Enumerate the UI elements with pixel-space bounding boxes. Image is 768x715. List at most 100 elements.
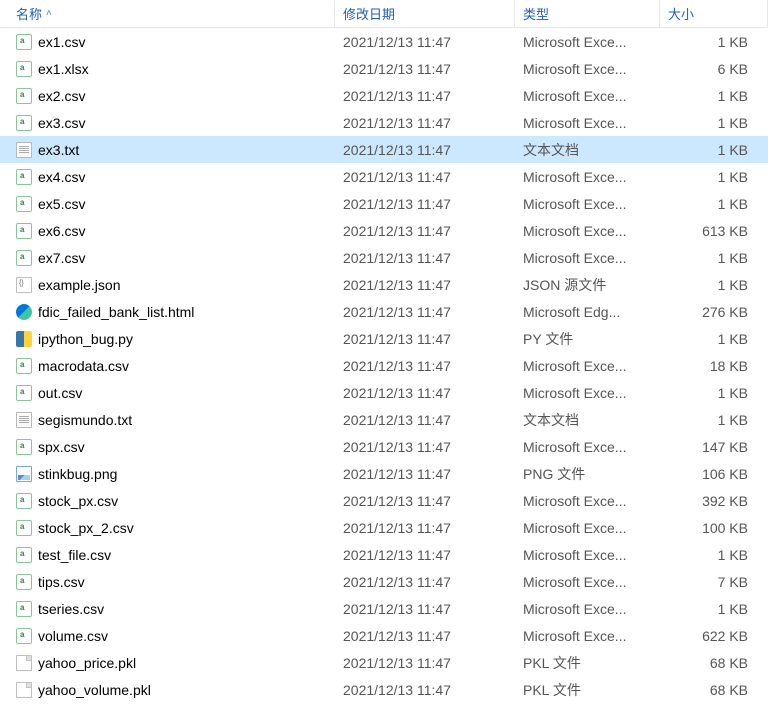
file-size-cell: 276 KB (660, 301, 768, 323)
file-row[interactable]: ex7.csv 2021/12/13 11:47Microsoft Exce...… (0, 244, 768, 271)
excel-file-icon (16, 223, 32, 239)
file-date-cell: 2021/12/13 11:47 (335, 139, 515, 161)
column-header-date[interactable]: 修改日期 (335, 0, 515, 27)
file-row[interactable]: ex6.csv2021/12/13 11:47Microsoft Exce...… (0, 217, 768, 244)
edge-file-icon (16, 304, 32, 320)
column-header-type[interactable]: 类型 (515, 0, 660, 27)
file-name-label: tseries.csv (38, 601, 104, 617)
file-date-cell: 2021/12/13 11:47 (335, 166, 515, 188)
file-name-label: ex6.csv (38, 223, 85, 239)
file-row[interactable]: fdic_failed_bank_list.html2021/12/13 11:… (0, 298, 768, 325)
file-row[interactable]: stock_px.csv2021/12/13 11:47Microsoft Ex… (0, 487, 768, 514)
file-row[interactable]: macrodata.csv2021/12/13 11:47Microsoft E… (0, 352, 768, 379)
file-row[interactable]: example.json2021/12/13 11:47JSON 源文件1 KB (0, 271, 768, 298)
file-name-label: example.json (38, 277, 121, 293)
file-row[interactable]: ex3.csv2021/12/13 11:47Microsoft Exce...… (0, 109, 768, 136)
file-type-cell: Microsoft Exce... (515, 112, 660, 134)
file-row[interactable]: ex5.csv2021/12/13 11:47Microsoft Exce...… (0, 190, 768, 217)
file-name-cell: example.json (0, 274, 335, 296)
file-row[interactable]: out.csv2021/12/13 11:47Microsoft Exce...… (0, 379, 768, 406)
file-row[interactable]: tips.csv2021/12/13 11:47Microsoft Exce..… (0, 568, 768, 595)
excel-file-icon (16, 601, 32, 617)
file-name-cell: ex7.csv (0, 247, 335, 269)
file-date-cell: 2021/12/13 11:47 (335, 193, 515, 215)
file-size-cell: 622 KB (660, 625, 768, 647)
file-date-cell: 2021/12/13 11:47 (335, 679, 515, 701)
file-row[interactable]: ipython_bug.py2021/12/13 11:47PY 文件1 KB (0, 325, 768, 352)
file-date-cell: 2021/12/13 11:47 (335, 652, 515, 674)
file-name-label: ex7.csv (38, 250, 85, 266)
file-row[interactable]: stinkbug.png2021/12/13 11:47PNG 文件106 KB (0, 460, 768, 487)
file-size-cell: 1 KB (660, 31, 768, 53)
file-name-label: yahoo_price.pkl (38, 655, 136, 671)
file-row[interactable]: test_file.csv2021/12/13 11:47Microsoft E… (0, 541, 768, 568)
file-size-cell: 7 KB (660, 571, 768, 593)
file-name-cell: stock_px.csv (0, 490, 335, 512)
file-name-label: ex2.csv (38, 88, 85, 104)
file-name-label: stock_px_2.csv (38, 520, 134, 536)
file-size-cell: 147 KB (660, 436, 768, 458)
file-date-cell: 2021/12/13 11:47 (335, 85, 515, 107)
file-date-cell: 2021/12/13 11:47 (335, 58, 515, 80)
excel-file-icon (16, 574, 32, 590)
file-date-cell: 2021/12/13 11:47 (335, 571, 515, 593)
file-size-cell: 392 KB (660, 490, 768, 512)
file-size-cell: 1 KB (660, 85, 768, 107)
file-date-cell: 2021/12/13 11:47 (335, 220, 515, 242)
file-name-label: volume.csv (38, 628, 108, 644)
file-type-cell: Microsoft Exce... (515, 247, 660, 269)
file-row[interactable]: segismundo.txt2021/12/13 11:47文本文档1 KB (0, 406, 768, 433)
file-name-cell: out.csv (0, 382, 335, 404)
file-type-cell: Microsoft Edg... (515, 301, 660, 323)
file-type-cell: Microsoft Exce... (515, 517, 660, 539)
file-type-cell: Microsoft Exce... (515, 625, 660, 647)
file-row[interactable]: ex1.csv2021/12/13 11:47Microsoft Exce...… (0, 28, 768, 55)
column-header-size[interactable]: 大小 (660, 0, 768, 27)
file-date-cell: 2021/12/13 11:47 (335, 517, 515, 539)
file-row[interactable]: spx.csv2021/12/13 11:47Microsoft Exce...… (0, 433, 768, 460)
file-name-cell: fdic_failed_bank_list.html (0, 301, 335, 323)
file-row[interactable]: tseries.csv2021/12/13 11:47Microsoft Exc… (0, 595, 768, 622)
file-date-cell: 2021/12/13 11:47 (335, 31, 515, 53)
file-row[interactable]: ex1.xlsx2021/12/13 11:47Microsoft Exce..… (0, 55, 768, 82)
file-type-cell: Microsoft Exce... (515, 490, 660, 512)
file-name-cell: ipython_bug.py (0, 328, 335, 350)
file-size-cell: 1 KB (660, 598, 768, 620)
file-size-cell: 1 KB (660, 166, 768, 188)
file-size-cell: 6 KB (660, 58, 768, 80)
file-type-cell: Microsoft Exce... (515, 571, 660, 593)
file-date-cell: 2021/12/13 11:47 (335, 436, 515, 458)
file-name-cell: ex1.xlsx (0, 58, 335, 80)
file-date-cell: 2021/12/13 11:47 (335, 112, 515, 134)
file-row[interactable]: ex3.txt2021/12/13 11:47文本文档1 KB (0, 136, 768, 163)
sort-ascending-icon: ˄ (46, 8, 52, 19)
file-row[interactable]: yahoo_price.pkl2021/12/13 11:47PKL 文件68 … (0, 649, 768, 676)
file-name-cell: stock_px_2.csv (0, 517, 335, 539)
file-date-cell: 2021/12/13 11:47 (335, 382, 515, 404)
file-name-label: segismundo.txt (38, 412, 132, 428)
file-row[interactable]: ex2.csv2021/12/13 11:47Microsoft Exce...… (0, 82, 768, 109)
file-name-cell: spx.csv (0, 436, 335, 458)
file-date-cell: 2021/12/13 11:47 (335, 247, 515, 269)
file-size-cell: 613 KB (660, 220, 768, 242)
excel-file-icon (16, 547, 32, 563)
file-row[interactable]: ex4.csv2021/12/13 11:47Microsoft Exce...… (0, 163, 768, 190)
file-rows-container: ex1.csv2021/12/13 11:47Microsoft Exce...… (0, 28, 768, 703)
column-header-name[interactable]: 名称 ˄ (0, 0, 335, 27)
png-file-icon (16, 466, 32, 482)
file-name-label: ipython_bug.py (38, 331, 133, 347)
file-row[interactable]: volume.csv2021/12/13 11:47Microsoft Exce… (0, 622, 768, 649)
file-row[interactable]: yahoo_volume.pkl2021/12/13 11:47PKL 文件68… (0, 676, 768, 703)
file-type-cell: JSON 源文件 (515, 272, 660, 298)
file-name-cell: tseries.csv (0, 598, 335, 620)
file-name-label: ex1.xlsx (38, 61, 89, 77)
file-row[interactable]: stock_px_2.csv 2021/12/13 11:47Microsoft … (0, 514, 768, 541)
excel-file-icon (16, 358, 32, 374)
file-name-cell: ex5.csv (0, 193, 335, 215)
excel-file-icon (16, 115, 32, 131)
file-date-cell: 2021/12/13 11:47 (335, 328, 515, 350)
file-name-cell: ex4.csv (0, 166, 335, 188)
excel-file-icon (16, 250, 32, 266)
file-name-label: yahoo_volume.pkl (38, 682, 151, 698)
file-type-cell: Microsoft Exce... (515, 382, 660, 404)
